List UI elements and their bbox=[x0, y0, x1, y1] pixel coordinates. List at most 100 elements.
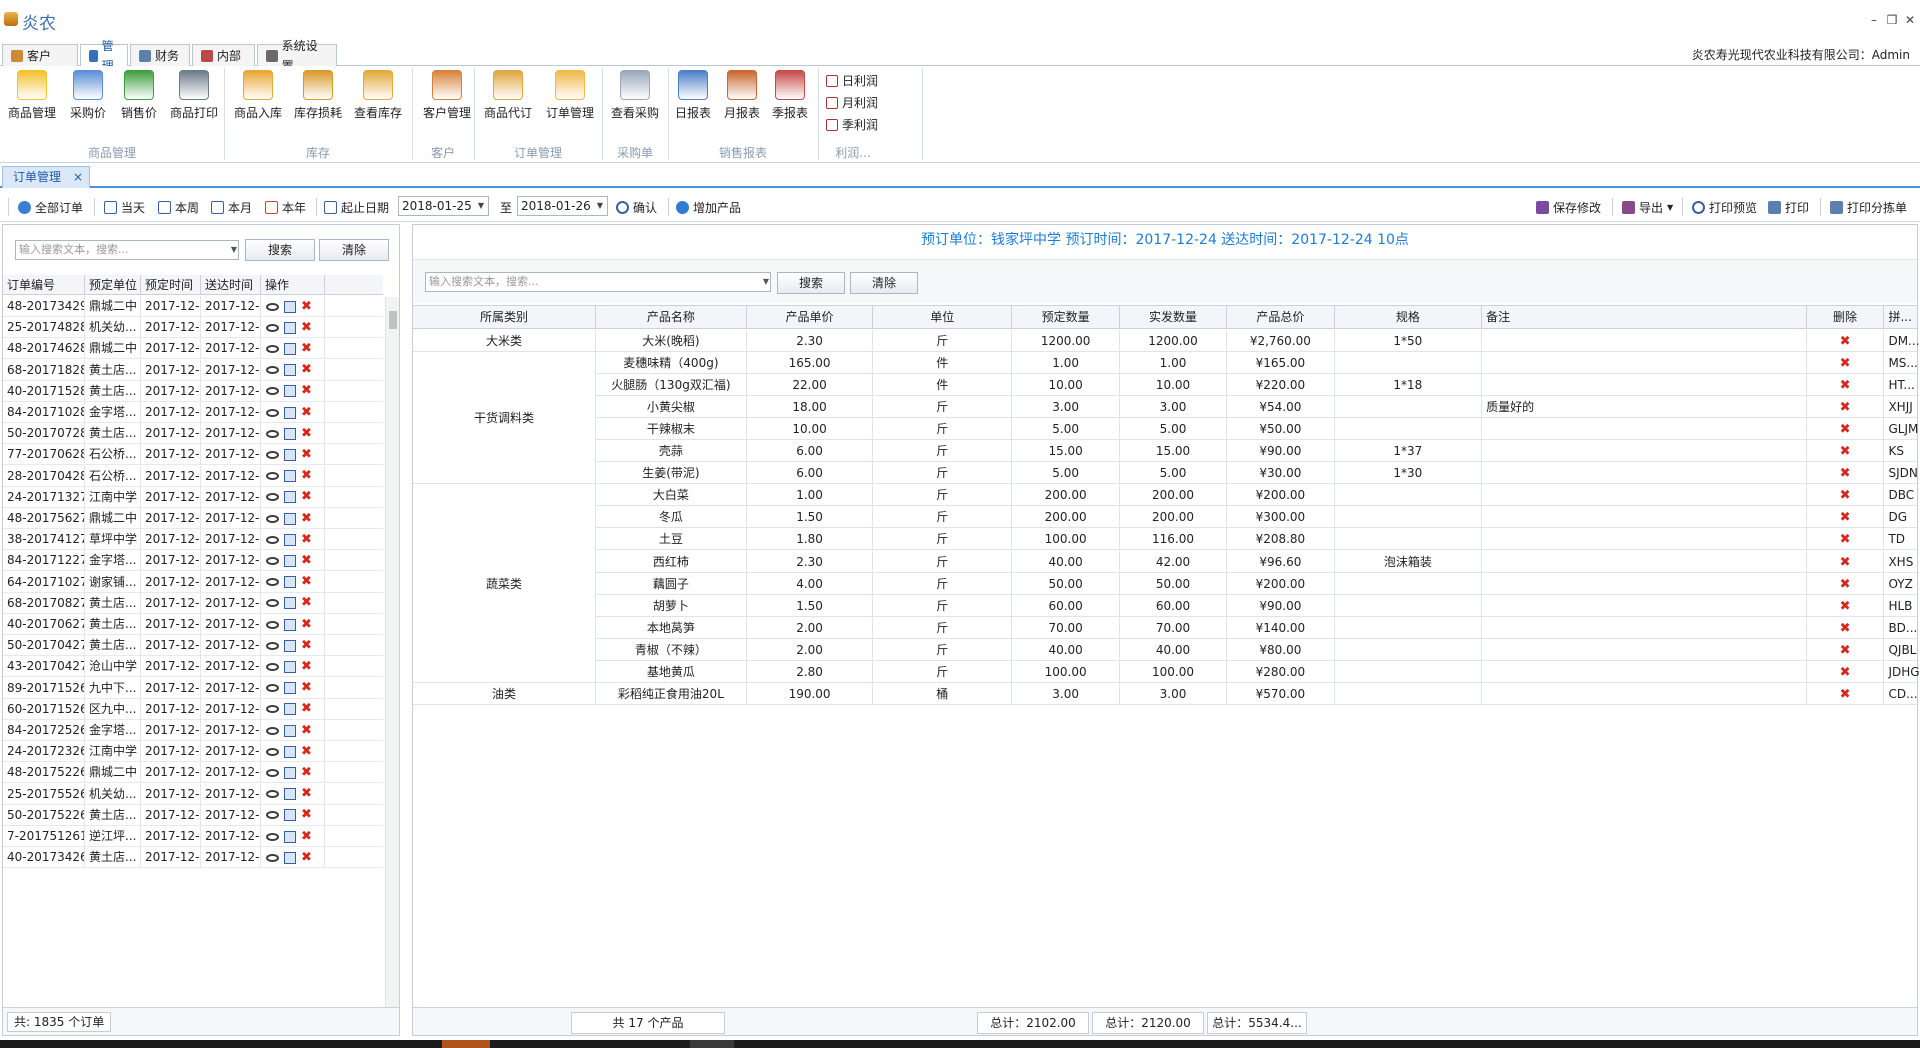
ribbon-button-4[interactable]: 商品入库 bbox=[230, 70, 286, 136]
delete-icon[interactable]: ✖ bbox=[1840, 688, 1851, 701]
ribbon-tab-0[interactable]: 客户 bbox=[2, 44, 78, 66]
table-cell[interactable] bbox=[1482, 352, 1807, 375]
edit-icon[interactable] bbox=[284, 342, 296, 355]
delete-icon[interactable]: ✖ bbox=[301, 469, 312, 482]
table-row[interactable]: 小黄尖椒 18.00 斤 3.00 3.00 ¥54.00 质量好的 XHJJ ✖ bbox=[413, 396, 1917, 419]
delete-icon[interactable]: ✖ bbox=[301, 639, 312, 652]
table-cell[interactable]: 116.00 bbox=[1120, 528, 1228, 551]
taskbar-item[interactable] bbox=[690, 1040, 734, 1048]
table-cell[interactable] bbox=[1335, 484, 1483, 507]
delete-icon[interactable]: ✖ bbox=[301, 830, 312, 843]
delete-icon[interactable]: ✖ bbox=[301, 681, 312, 694]
view-icon[interactable] bbox=[266, 662, 279, 671]
table-row[interactable]: 火腿肠（130g双汇福) 22.00 件 10.00 10.00 ¥220.00 1*18 H… bbox=[413, 374, 1917, 397]
table-cell[interactable]: ¥165.00 bbox=[1227, 352, 1335, 375]
table-cell[interactable]: 1*30 bbox=[1335, 462, 1483, 485]
table-cell[interactable]: 200.00 bbox=[1120, 506, 1228, 529]
table-cell[interactable]: 5.00 bbox=[1012, 462, 1120, 485]
edit-icon[interactable] bbox=[284, 660, 296, 673]
edit-icon[interactable] bbox=[284, 576, 296, 589]
edit-icon[interactable] bbox=[284, 830, 296, 843]
delete-icon[interactable]: ✖ bbox=[1840, 423, 1851, 436]
table-row[interactable]: 24-20171327O...江南中学2017-12-282017-12-...… bbox=[3, 486, 383, 508]
ribbon-button-8[interactable]: 商品代订 bbox=[480, 70, 536, 136]
table-cell[interactable]: 1.00 bbox=[1120, 352, 1228, 375]
table-cell[interactable]: 10.00 bbox=[1120, 374, 1228, 397]
ribbon-button-9[interactable]: 订单管理 bbox=[542, 70, 598, 136]
edit-icon[interactable] bbox=[284, 300, 296, 313]
table-cell[interactable] bbox=[1335, 396, 1483, 419]
column-header[interactable]: 预定数量 bbox=[1012, 306, 1120, 328]
edit-icon[interactable] bbox=[284, 639, 296, 652]
table-cell[interactable] bbox=[1335, 506, 1483, 529]
table-row[interactable]: 24-201723260...江南中学2017-12-272017-12-...… bbox=[3, 741, 383, 763]
view-icon[interactable] bbox=[266, 387, 279, 396]
delete-icon[interactable]: ✖ bbox=[301, 490, 312, 503]
table-row[interactable]: 生姜(带泥) 6.00 斤 5.00 5.00 ¥30.00 1*30 SJDN ✖ bbox=[413, 462, 1918, 485]
edit-icon[interactable] bbox=[284, 724, 296, 737]
delete-icon[interactable]: ✖ bbox=[301, 427, 312, 440]
table-cell[interactable]: 60.00 bbox=[1012, 594, 1120, 617]
column-header[interactable]: 操作 bbox=[261, 275, 325, 295]
taskbar-active-item[interactable] bbox=[442, 1040, 490, 1048]
view-icon[interactable] bbox=[266, 450, 279, 459]
delete-icon[interactable]: ✖ bbox=[1840, 533, 1851, 546]
table-cell[interactable]: 60.00 bbox=[1120, 594, 1228, 617]
table-cell[interactable]: 200.00 bbox=[1120, 484, 1228, 507]
ribbon-tab-3[interactable]: 内部 bbox=[192, 44, 255, 66]
table-row[interactable]: 藕圆子 4.00 斤 50.00 50.00 ¥200.00 OYZ ✖ bbox=[413, 572, 1917, 595]
table-row[interactable]: 基地黄瓜 2.80 斤 100.00 100.00 ¥280.00 JDHG ✖ bbox=[413, 660, 1920, 683]
week-button[interactable]: 本周 bbox=[158, 199, 199, 216]
table-cell[interactable]: ¥300.00 bbox=[1227, 506, 1335, 529]
delete-icon[interactable]: ✖ bbox=[301, 321, 312, 334]
table-cell[interactable]: 70.00 bbox=[1012, 616, 1120, 639]
delete-icon[interactable]: ✖ bbox=[301, 851, 312, 864]
table-cell[interactable]: 1.00 bbox=[1012, 352, 1120, 375]
table-cell[interactable]: ¥54.00 bbox=[1227, 396, 1335, 419]
delete-icon[interactable]: ✖ bbox=[301, 448, 312, 461]
view-icon[interactable] bbox=[266, 641, 279, 650]
edit-icon[interactable] bbox=[284, 554, 296, 567]
column-header[interactable]: 产品单价 bbox=[747, 306, 874, 328]
table-cell[interactable] bbox=[1335, 528, 1483, 551]
column-header[interactable]: 预定单位 bbox=[85, 275, 141, 295]
table-row[interactable]: 84-201710281...金字塔...2017-12-292017-12-.… bbox=[3, 402, 383, 423]
edit-icon[interactable] bbox=[284, 597, 296, 610]
table-row[interactable]: 28-201704281...石公桥...2017-12-292017-12-.… bbox=[3, 465, 383, 487]
table-row[interactable]: 84-201712271...金字塔...2017-12-282017-12-.… bbox=[3, 550, 383, 572]
table-cell[interactable]: ¥50.00 bbox=[1227, 418, 1335, 441]
print-preview-button[interactable]: 打印预览 bbox=[1692, 199, 1757, 216]
table-row[interactable]: 50-201752261...黄土店...2017-12-272017-12-.… bbox=[3, 804, 383, 826]
table-cell[interactable]: ¥220.00 bbox=[1227, 374, 1335, 397]
print-button[interactable]: 打印 bbox=[1768, 199, 1809, 216]
view-icon[interactable] bbox=[266, 514, 279, 523]
column-header[interactable]: 单位 bbox=[873, 306, 1013, 328]
table-cell[interactable]: 斤 bbox=[873, 572, 1013, 595]
table-cell[interactable]: 泡沫箱装 bbox=[1335, 550, 1483, 573]
edit-icon[interactable] bbox=[284, 682, 296, 695]
table-cell[interactable]: 200.00 bbox=[1012, 484, 1120, 507]
minimize-icon[interactable]: – bbox=[1866, 12, 1882, 28]
delete-icon[interactable]: ✖ bbox=[301, 808, 312, 821]
view-icon[interactable] bbox=[266, 811, 279, 820]
view-icon[interactable] bbox=[266, 768, 279, 777]
ribbon-tab-2[interactable]: 财务 bbox=[130, 44, 190, 66]
table-cell[interactable] bbox=[1482, 572, 1807, 595]
chevron-down-icon[interactable]: ▼ bbox=[231, 241, 237, 259]
table-cell[interactable] bbox=[1335, 352, 1483, 375]
view-icon[interactable] bbox=[266, 832, 279, 841]
ribbon-button-11[interactable]: 日报表 bbox=[672, 70, 714, 136]
ribbon-button-5[interactable]: 库存损耗 bbox=[290, 70, 346, 136]
table-cell[interactable]: 100.00 bbox=[1012, 660, 1120, 683]
table-cell[interactable] bbox=[1482, 660, 1807, 683]
edit-icon[interactable] bbox=[284, 618, 296, 631]
order-clear-button[interactable]: 清除 bbox=[319, 239, 389, 261]
delete-icon[interactable]: ✖ bbox=[1840, 666, 1851, 679]
table-cell[interactable] bbox=[1482, 440, 1807, 463]
product-search-input[interactable]: 输入搜索文本，搜索... ▼ bbox=[425, 272, 771, 292]
edit-icon[interactable] bbox=[284, 703, 296, 716]
table-cell[interactable]: 42.00 bbox=[1120, 550, 1228, 573]
column-header[interactable]: 送达时间 bbox=[201, 275, 261, 295]
table-cell[interactable]: 斤 bbox=[873, 528, 1013, 551]
table-cell[interactable] bbox=[1482, 418, 1807, 441]
